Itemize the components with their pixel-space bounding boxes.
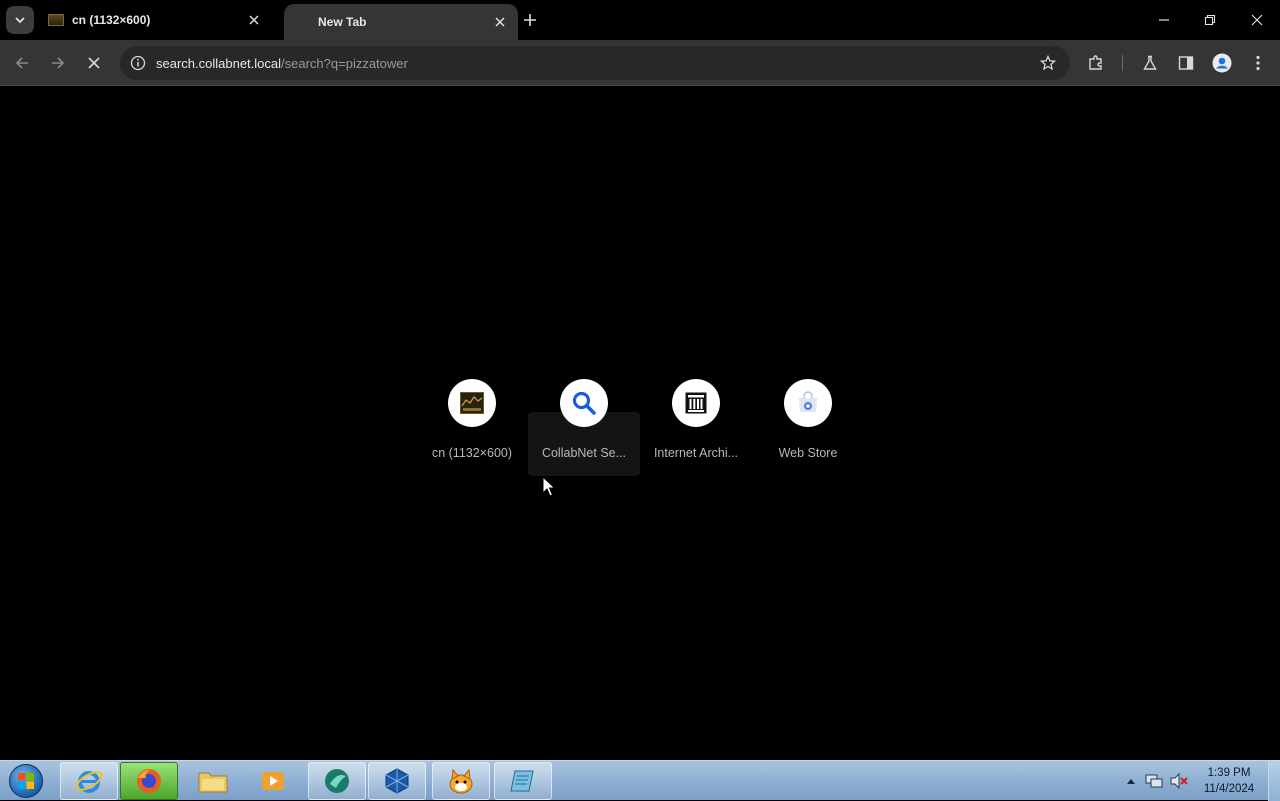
address-bar[interactable]: search.collabnet.local/search?q=pizzatow… [120,46,1070,80]
shortcut-label: CollabNet Se... [541,446,627,460]
taskbar-file-explorer[interactable] [184,762,242,800]
shortcut-tile[interactable]: CollabNet Se... [528,369,640,477]
taskbar-internet-explorer[interactable] [60,762,118,800]
flask-icon [1143,55,1157,70]
close-icon [495,17,505,27]
tab-new-tab[interactable]: New Tab [284,4,518,40]
new-tab-button[interactable] [518,8,542,32]
network-icon [1145,774,1163,788]
browser-toolbar: search.collabnet.local/search?q=pizzatow… [0,40,1280,86]
chevron-up-icon [1127,779,1135,784]
media-player-icon [262,772,284,790]
minimize-icon [1159,19,1169,21]
taskbar-notepad[interactable] [494,762,552,800]
internet-explorer-icon [75,771,103,793]
bookmark-button[interactable] [1038,53,1058,73]
taskbar-scratch[interactable] [432,762,490,800]
shortcut-label: Internet Archi... [653,446,739,460]
archive-building-icon [685,392,707,414]
tab-strip: cn (1132×600) New Tab [0,0,1280,40]
window-close-button[interactable] [1243,6,1271,34]
star-icon [1040,55,1056,71]
site-info-button[interactable] [128,53,148,73]
scratch-cat-icon [449,768,473,794]
shortcut-tile[interactable]: Web Store [752,369,864,477]
close-icon [249,15,259,25]
clock-time: 1:39 PM [1207,767,1251,779]
stop-loading-button[interactable] [80,49,108,77]
tray-volume[interactable] [1168,761,1190,801]
toolbar-separator [1122,55,1123,71]
taskbar-firefox[interactable] [120,762,178,800]
image-thumbnail-icon [460,392,484,414]
taskbar-media-player[interactable] [244,762,302,800]
firefox-icon [137,769,161,793]
restore-button[interactable] [1196,6,1224,34]
mouse-cursor-icon [542,476,556,497]
tab-favicon [48,14,64,26]
tray-overflow-button[interactable] [1124,761,1138,801]
tray-network[interactable] [1144,761,1164,801]
taskbar-clock[interactable]: 1:39 PM 11/4/2024 [1196,765,1262,797]
stop-icon [88,57,100,69]
volume-muted-icon [1170,773,1188,789]
shortcut-tile[interactable]: Internet Archi... [640,369,752,477]
browser-menu-button[interactable] [1246,51,1270,75]
restore-icon [1204,14,1216,26]
tab-close-button[interactable] [244,10,264,30]
profile-icon [1212,53,1232,73]
notepad-icon [510,770,534,792]
forward-button[interactable] [44,49,72,77]
taskbar-virtualbox[interactable] [368,762,426,800]
chevron-down-icon [15,17,25,24]
info-icon [130,55,146,71]
tab-title: New Tab [318,15,367,29]
profile-button[interactable] [1210,51,1234,75]
back-button[interactable] [8,49,36,77]
tab-search-button[interactable] [6,6,34,34]
url-path: /search?q=pizzatower [281,55,408,71]
shortcut-icon-circle [448,379,496,427]
show-desktop-button[interactable] [1268,761,1280,801]
plus-icon [524,14,536,26]
forward-arrow-icon [52,57,65,69]
minimize-button[interactable] [1150,6,1178,34]
tab-cn[interactable]: cn (1132×600) [40,0,272,40]
side-panel-icon [1178,56,1194,70]
virtualbox-icon [385,768,409,794]
url-host: search.collabnet.local [156,55,282,71]
shortcut-label: cn (1132×600) [431,446,513,460]
windows-taskbar: 1:39 PM 11/4/2024 [0,760,1280,801]
shortcut-icon-circle [784,379,832,427]
back-arrow-icon [15,57,28,69]
app-teal-icon [325,769,349,793]
windows-logo-icon [9,764,43,798]
taskbar-teal-app[interactable] [308,762,366,800]
extensions-button[interactable] [1084,51,1108,75]
clock-date: 11/4/2024 [1203,783,1255,795]
tab-title: cn (1132×600) [72,13,151,27]
new-tab-page: cn (1132×600) CollabNet Se... Internet A… [0,87,1280,760]
file-explorer-icon [198,772,228,793]
shortcut-icon-circle [672,379,720,427]
side-panel-button[interactable] [1174,51,1198,75]
labs-button[interactable] [1138,51,1162,75]
web-store-icon [799,391,817,412]
shortcut-tile[interactable]: cn (1132×600) [416,369,528,477]
kebab-menu-icon [1256,55,1260,71]
start-button[interactable] [4,762,48,800]
close-icon [1251,14,1263,26]
shortcut-label: Web Store [778,446,838,460]
tab-close-button[interactable] [490,12,510,32]
shortcut-icon-circle [560,379,608,427]
search-icon [572,391,596,415]
puzzle-icon [1089,55,1102,70]
